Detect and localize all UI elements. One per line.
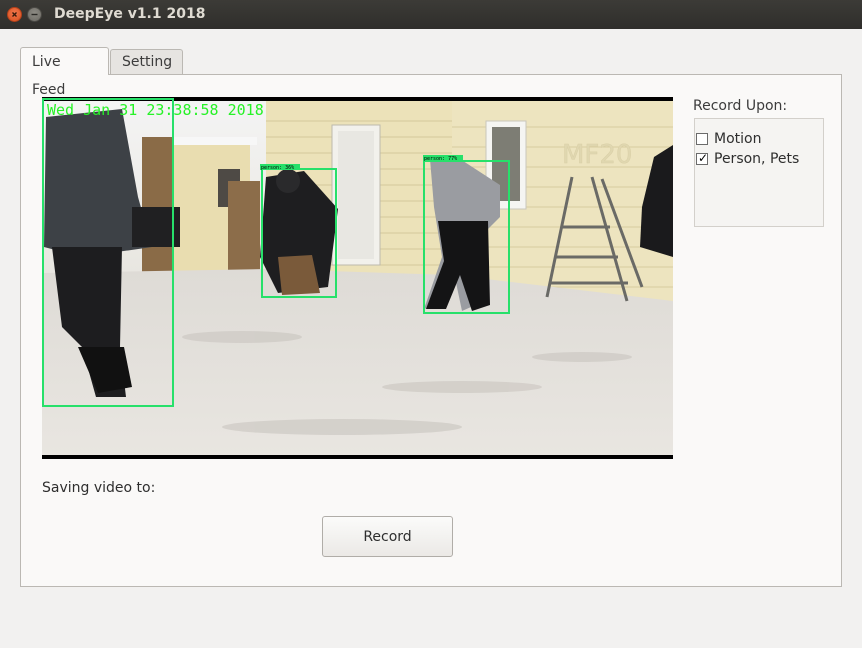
close-window-button[interactable]	[7, 7, 22, 22]
detection-label: person: 77%	[424, 156, 457, 162]
motion-label: Motion	[714, 131, 762, 147]
close-icon	[12, 12, 17, 17]
minimize-icon	[31, 13, 38, 16]
record-upon-group: Motion ✓ Person, Pets	[694, 118, 824, 227]
motion-option[interactable]: Motion	[696, 130, 761, 148]
record-button[interactable]: Record	[322, 516, 453, 557]
tab-setting[interactable]: Setting	[110, 49, 183, 74]
window-title: DeepEye v1.1 2018	[54, 6, 206, 22]
tab-live-feed[interactable]: Live Feed	[20, 47, 109, 98]
detection-label: person: 36%	[261, 165, 294, 171]
video-feed: MF20 person: 36% person: 77% Wed Jan 31 …	[42, 97, 673, 459]
motion-checkbox[interactable]	[696, 133, 708, 145]
camera-frame: MF20 person: 36% person: 77%	[42, 97, 673, 459]
saving-video-label: Saving video to:	[42, 480, 156, 496]
minimize-window-button[interactable]	[27, 7, 42, 22]
person-pets-option[interactable]: ✓ Person, Pets	[696, 150, 799, 168]
record-upon-label: Record Upon:	[693, 98, 788, 114]
person-pets-label: Person, Pets	[714, 151, 800, 167]
watermark: MF20	[562, 140, 632, 170]
person-pets-checkbox[interactable]: ✓	[696, 151, 709, 165]
video-timestamp: Wed Jan 31 23:38:58 2018	[47, 101, 264, 119]
checkmark-icon: ✓	[698, 151, 709, 165]
title-bar: DeepEye v1.1 2018	[0, 0, 862, 29]
